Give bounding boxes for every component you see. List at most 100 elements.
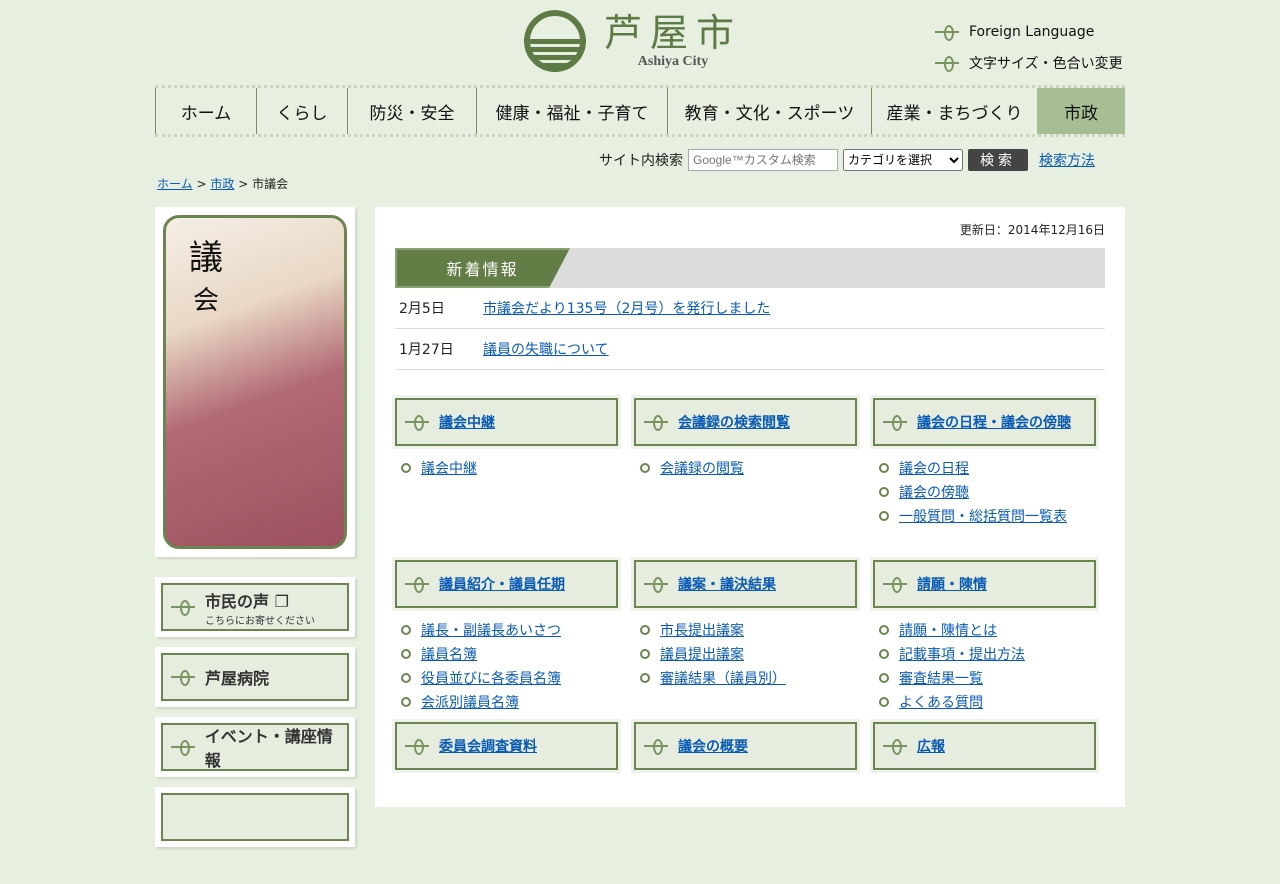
- ornament-icon: [171, 600, 195, 616]
- category-link[interactable]: 審議結果（議員別）: [660, 668, 786, 688]
- category-block: 議員紹介・議員任期議長・副議長あいさつ 議員名簿役員並びに各委員名簿 会派別議員名簿: [392, 557, 621, 722]
- category-link[interactable]: 議会の傍聴: [899, 482, 969, 502]
- category-link[interactable]: 議長・副議長あいさつ: [421, 620, 561, 640]
- util-label: Foreign Language: [969, 23, 1095, 40]
- breadcrumb-sep: >: [238, 177, 249, 191]
- category-link-item: 記載事項・提出方法: [873, 642, 1096, 666]
- category-link-item: 一般質問・総括質問一覧表: [873, 504, 1096, 528]
- nav-sangyou[interactable]: 産業・まちづくり: [871, 88, 1037, 134]
- category-link[interactable]: よくある質問: [899, 692, 983, 712]
- category-title-link[interactable]: 請願・陳情: [917, 574, 987, 594]
- main-content: 更新日：2014年12月16日 新着情報 2月5日 市議会だより135号（2月号）…: [375, 207, 1125, 807]
- category-link[interactable]: 請願・陳情とは: [899, 620, 997, 640]
- category-link[interactable]: 議会の日程: [899, 458, 969, 478]
- category-title-link[interactable]: 議案・議決結果: [678, 574, 776, 594]
- category-block: 請願・陳情請願・陳情とは記載事項・提出方法 審査結果一覧 よくある質問: [870, 557, 1099, 722]
- bullet-icon: [879, 487, 889, 497]
- category-link[interactable]: 議員名簿: [421, 644, 477, 664]
- ornament-icon: [644, 415, 668, 431]
- ornament-icon: [935, 55, 959, 72]
- banner-hospital[interactable]: 芦屋病院: [155, 647, 355, 707]
- bullet-icon: [879, 511, 889, 521]
- bullet-icon: [879, 625, 889, 635]
- category-link[interactable]: 市長提出議案: [660, 620, 744, 640]
- news-link[interactable]: 議員の失職について: [483, 339, 609, 359]
- breadcrumb-shisei[interactable]: 市政: [210, 177, 234, 191]
- news-title: 新着情報: [395, 248, 570, 288]
- category-block: 委員会調査資料: [392, 719, 621, 884]
- news-list: 2月5日 市議会だより135号（2月号）を発行しました 1月27日 議員の失職について: [395, 288, 1105, 370]
- category-link-item: 議長・副議長あいさつ: [395, 618, 618, 642]
- search-help-link[interactable]: 検索方法: [1039, 150, 1095, 170]
- category-title-link[interactable]: 議会中継: [439, 412, 495, 432]
- category-link[interactable]: 役員並びに各委員名簿: [421, 668, 561, 688]
- bullet-icon: [640, 649, 650, 659]
- bullet-icon: [401, 625, 411, 635]
- banner-citizen-voice[interactable]: 市民の声 ❐ こちらにお寄せください: [155, 577, 355, 637]
- nav-bousai[interactable]: 防災・安全: [347, 88, 476, 134]
- category-title-link[interactable]: 議会の概要: [678, 736, 748, 756]
- category-block: 議会の日程・議会の傍聴議会の日程議会の傍聴一般質問・総括質問一覧表: [870, 395, 1099, 560]
- ornament-icon: [405, 415, 429, 431]
- bullet-icon: [879, 697, 889, 707]
- category-link[interactable]: 審査結果一覧: [899, 668, 983, 688]
- bullet-icon: [879, 673, 889, 683]
- breadcrumb: ホーム > 市政 > 市議会: [157, 175, 288, 192]
- bullet-icon: [401, 649, 411, 659]
- category-title-link[interactable]: 委員会調査資料: [439, 736, 537, 756]
- category-title-link[interactable]: 議会の日程・議会の傍聴: [917, 412, 1071, 432]
- banner-more[interactable]: [155, 787, 355, 847]
- breadcrumb-home[interactable]: ホーム: [157, 177, 193, 191]
- category-block: 会議録の検索閲覧会議録の閲覧: [631, 395, 860, 560]
- search-input[interactable]: [688, 149, 838, 171]
- category-link[interactable]: 記載事項・提出方法: [899, 644, 1025, 664]
- category-link[interactable]: 議員提出議案: [660, 644, 744, 664]
- category-title-link[interactable]: 議員紹介・議員任期: [439, 574, 565, 594]
- category-link[interactable]: 一般質問・総括質問一覧表: [899, 506, 1067, 526]
- category-block: 議会の概要: [631, 719, 860, 884]
- nav-home[interactable]: ホーム: [155, 88, 256, 134]
- banner-events[interactable]: イベント・講座情報: [155, 717, 355, 777]
- site-logo[interactable]: 芦屋市 Ashiya City: [524, 10, 742, 72]
- ornament-icon: [644, 577, 668, 593]
- nav-kenkou[interactable]: 健康・福祉・子育て: [476, 88, 667, 134]
- nav-kurashi[interactable]: くらし: [256, 88, 347, 134]
- banner-sub: こちらにお寄せください: [205, 615, 315, 627]
- category-block: 議案・議決結果市長提出議案 議員提出議案審議結果（議員別）: [631, 557, 860, 722]
- news-link[interactable]: 市議会だより135号（2月号）を発行しました: [483, 298, 770, 318]
- category-grid: 議会中継 議会中継 会議録の検索閲覧 会議録の閲覧 議会の日程・議会の傍聴 議会の日程 議会…: [392, 395, 1105, 884]
- news-item: 1月27日 議員の失職について: [395, 329, 1105, 370]
- breadcrumb-current: 市議会: [252, 177, 289, 191]
- photo-title: 会: [192, 286, 219, 316]
- category-link-item: 議会の日程: [873, 456, 1096, 480]
- search-button[interactable]: 検索: [968, 149, 1028, 171]
- bullet-icon: [640, 673, 650, 683]
- banner-label: 市民の声: [205, 591, 270, 611]
- category-link[interactable]: 議会中継: [421, 458, 477, 478]
- category-title-link[interactable]: 会議録の検索閲覧: [678, 412, 790, 432]
- ornament-icon: [171, 670, 195, 686]
- ornament-icon: [405, 739, 429, 755]
- category-link[interactable]: 会派別議員名簿: [421, 692, 519, 712]
- text-size-color-link[interactable]: 文字サイズ・色合い変更: [935, 47, 1123, 78]
- category-title-link[interactable]: 広報: [917, 736, 945, 756]
- news-date: 2月5日: [399, 301, 445, 317]
- ornament-icon: [644, 739, 668, 755]
- ornament-icon: [935, 24, 959, 41]
- foreign-language-link[interactable]: Foreign Language: [935, 16, 1123, 47]
- nav-kyouiku[interactable]: 教育・文化・スポーツ: [667, 88, 871, 134]
- category-link-item: 議員名簿: [395, 642, 618, 666]
- bullet-icon: [640, 463, 650, 473]
- category-block: 広報: [870, 719, 1099, 884]
- category-link[interactable]: 会議録の閲覧: [660, 458, 744, 478]
- category-select[interactable]: カテゴリを選択: [843, 149, 963, 171]
- category-link-item: 請願・陳情とは: [873, 618, 1096, 642]
- council-photo: 議会: [155, 207, 355, 557]
- logo-title: 芦屋市: [604, 11, 743, 55]
- category-link-item: よくある質問: [873, 690, 1096, 714]
- category-link-item: 議員提出議案: [634, 642, 857, 666]
- nav-shisei[interactable]: 市政: [1037, 88, 1125, 134]
- search-label: サイト内検索: [599, 153, 683, 169]
- category-link-item: 議会中継: [395, 456, 618, 480]
- category-link-item: 議会の傍聴: [873, 480, 1096, 504]
